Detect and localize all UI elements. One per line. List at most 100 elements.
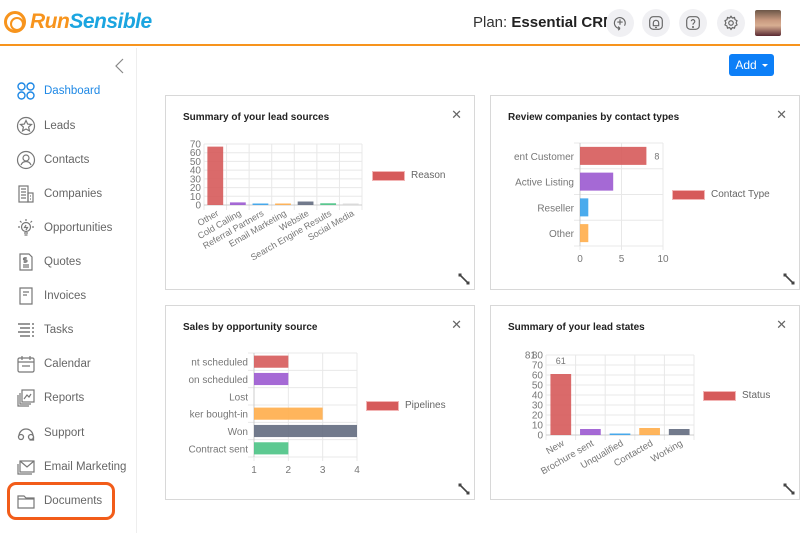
y-tick-label: 20	[532, 411, 544, 422]
sidebar-item-label: Contacts	[44, 154, 90, 166]
plan-name: Essential CRM	[511, 14, 616, 31]
sidebar-item-label: Tasks	[44, 324, 74, 336]
top-header: RunSensible Plan: Essential CRM	[0, 0, 800, 46]
y-tick-label: Lost	[229, 392, 248, 403]
sidebar-item-email-marketing[interactable]: Email Marketing	[0, 451, 137, 483]
resize-handle-icon[interactable]	[783, 483, 795, 495]
x-tick-label: 1	[251, 465, 257, 476]
notifications-button[interactable]	[642, 9, 670, 37]
settings-button[interactable]	[717, 9, 745, 37]
reports-icon	[15, 387, 37, 409]
sidebar-item-tasks[interactable]: Tasks	[0, 314, 137, 346]
add-dropdown-button[interactable]: Add	[729, 54, 774, 76]
opportunity-source-card: Sales by opportunity source ✕ 1 2 3 4 nt sch…	[165, 305, 475, 500]
y-tick-label: 60	[532, 371, 544, 382]
y-tick-label: 30	[532, 401, 544, 412]
add-reminder-icon	[613, 17, 626, 31]
bar	[580, 146, 647, 165]
sidebar-item-opportunities[interactable]: Opportunities	[0, 212, 137, 244]
bar	[550, 374, 572, 435]
contacts-icon	[15, 149, 37, 171]
sidebar-item-label: Opportunities	[44, 222, 113, 234]
runsensible-logo[interactable]: RunSensible	[4, 10, 152, 34]
resize-handle-icon[interactable]	[783, 273, 795, 285]
data-label: 8	[654, 151, 659, 161]
y-tick-label: nt scheduled	[191, 358, 248, 369]
sidebar-item-label: Companies	[44, 188, 103, 200]
y-tick-label-overlap: 81	[525, 351, 537, 362]
sidebar: Dashboard Leads Contacts Companies Oppor…	[0, 48, 137, 533]
lead-sources-chart: 010203040506070OtherCold CallingReferral…	[190, 140, 363, 263]
invoices-icon	[15, 285, 37, 307]
sidebar-item-support[interactable]: Support	[0, 417, 137, 449]
legend-label: Status	[742, 390, 771, 401]
leads-star-icon	[15, 115, 37, 137]
collapse-sidebar-chevron-left-icon[interactable]	[113, 58, 127, 74]
logo-text-run: Run	[30, 10, 70, 33]
dashboard-icon	[15, 80, 37, 102]
y-tick-label: ker bought-in	[190, 410, 248, 421]
bar	[342, 203, 359, 205]
bar	[254, 407, 323, 420]
chart-legend[interactable]: Reason	[372, 170, 445, 181]
plan-indicator: Plan: Essential CRM	[473, 14, 616, 31]
y-tick-label: 70	[532, 361, 544, 372]
help-button[interactable]	[679, 9, 707, 37]
resize-handle-icon[interactable]	[458, 483, 470, 495]
chart-legend[interactable]: Contact Type	[672, 189, 770, 200]
sidebar-item-label: Email Marketing	[44, 461, 127, 473]
sidebar-item-dashboard[interactable]: Dashboard	[0, 75, 137, 107]
contact-types-card: Review companies by contact types ✕ 0 5 10…	[490, 95, 800, 290]
sidebar-item-companies[interactable]: Companies	[0, 178, 137, 210]
data-label: 61	[556, 356, 566, 366]
bar	[580, 224, 589, 243]
bar	[207, 146, 224, 205]
lead-states-card: Summary of your lead states ✕ 0 10 20 30 40 5…	[490, 305, 800, 500]
sidebar-item-quotes[interactable]: Quotes	[0, 246, 137, 278]
legend-swatch	[703, 390, 736, 401]
sidebar-item-invoices[interactable]: Invoices	[0, 280, 137, 312]
help-icon	[686, 16, 700, 30]
calendar-icon	[15, 353, 37, 375]
chart-legend[interactable]: Status	[703, 390, 770, 401]
user-avatar[interactable]	[755, 10, 781, 36]
sidebar-item-leads[interactable]: Leads	[0, 110, 137, 142]
bar	[639, 428, 660, 435]
y-tick-label: Reseller	[537, 203, 574, 214]
legend-label: Reason	[411, 170, 446, 181]
sidebar-item-contacts[interactable]: Contacts	[0, 144, 137, 176]
sidebar-item-reports[interactable]: Reports	[0, 382, 137, 414]
y-tick-label: 40	[532, 391, 544, 402]
sidebar-item-calendar[interactable]: Calendar	[0, 348, 137, 380]
bar	[275, 203, 291, 205]
sidebar-item-label: Leads	[44, 120, 76, 132]
sidebar-item-label: Reports	[44, 392, 85, 404]
sidebar-item-label: Calendar	[44, 358, 91, 370]
add-reminder-button[interactable]	[606, 9, 634, 37]
sidebar-item-label: Invoices	[44, 290, 87, 302]
documents-highlight-outline	[7, 482, 115, 520]
y-tick-label: 0	[537, 431, 543, 442]
companies-building-icon	[15, 183, 37, 205]
chart-legend[interactable]: Pipelines	[366, 400, 446, 411]
legend-label: Contact Type	[711, 189, 770, 200]
y-tick-label: 10	[532, 421, 544, 432]
y-tick-label: on scheduled	[189, 375, 249, 386]
sidebar-item-label: Support	[44, 427, 85, 439]
caret-down-icon	[761, 63, 768, 67]
logo-mark-icon	[4, 11, 26, 33]
x-tick-label: 3	[320, 465, 326, 476]
x-tick-label: 2	[286, 465, 292, 476]
bar	[580, 198, 589, 217]
x-tick-label: 10	[657, 254, 669, 265]
bar	[668, 429, 690, 435]
quotes-document-icon	[15, 251, 37, 273]
x-tick-label: Working	[649, 438, 685, 465]
settings-gear-icon	[724, 15, 738, 31]
bar	[320, 203, 337, 205]
lead-states-chart: 0102030405060708081 61NewBrochure sentUnq…	[525, 351, 695, 477]
tasks-list-icon	[15, 319, 37, 341]
bar	[580, 172, 614, 191]
x-tick-label: 0	[577, 254, 583, 265]
resize-handle-icon[interactable]	[458, 273, 470, 285]
